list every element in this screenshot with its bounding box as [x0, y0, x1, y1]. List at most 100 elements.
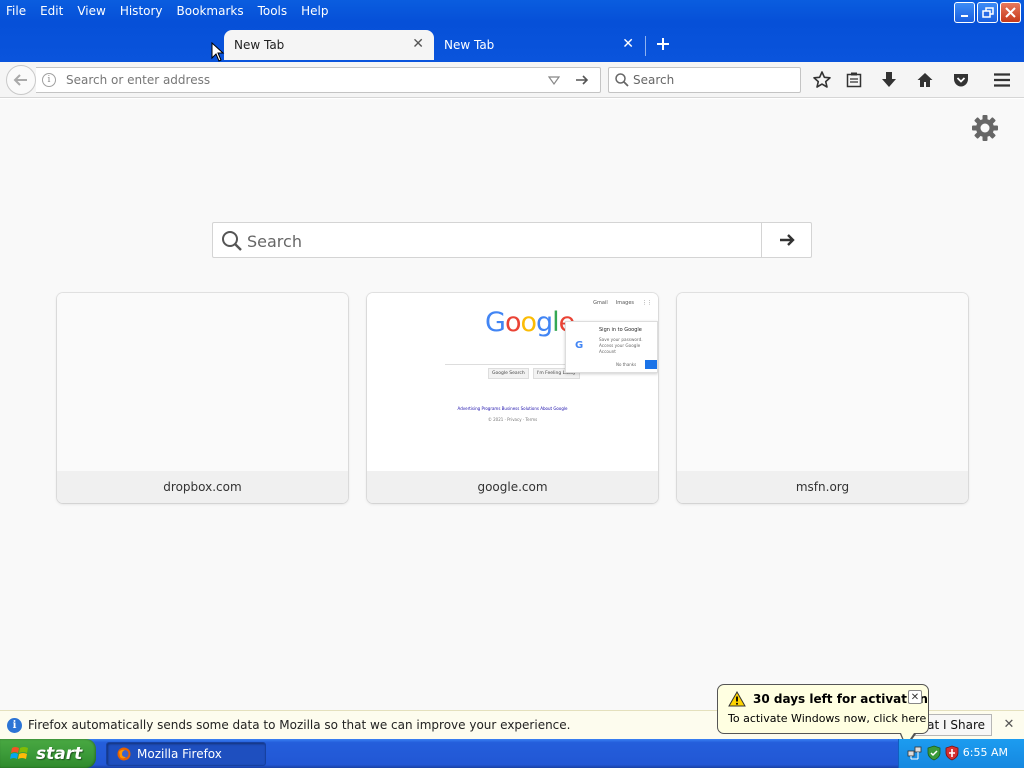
back-button[interactable]: [6, 65, 36, 95]
pocket-icon: [954, 74, 968, 87]
menu-edit[interactable]: Edit: [40, 4, 63, 18]
go-arrow-icon[interactable]: [574, 72, 590, 88]
info-icon[interactable]: i: [42, 73, 56, 87]
download-arrow-icon: [882, 72, 896, 87]
security-center-icon[interactable]: [926, 745, 942, 761]
taskbar: start Mozilla Firefox 6:55 AM: [0, 739, 1024, 768]
balloon-body[interactable]: To activate Windows now, click here: [728, 712, 926, 725]
info-icon: i: [7, 718, 22, 733]
balloon-title: 30 days left for activation: [753, 692, 928, 706]
popup-continue-button: [645, 360, 657, 369]
tile-label: google.com: [367, 471, 658, 503]
menu-view[interactable]: View: [77, 4, 105, 18]
google-search-field: [445, 351, 569, 365]
tab-new-tab[interactable]: New Tab ✕: [434, 30, 644, 60]
navigation-toolbar: i: [0, 62, 1024, 98]
search-icon: [615, 73, 629, 87]
clock: 6:55 AM: [962, 746, 1008, 759]
go-arrow-icon: [779, 234, 795, 246]
menu-history[interactable]: History: [120, 4, 163, 18]
menu-help[interactable]: Help: [301, 4, 328, 18]
address-bar[interactable]: i: [36, 67, 601, 93]
restore-icon: [981, 6, 994, 18]
bookmarks-menu-button[interactable]: [842, 68, 866, 92]
menu-bookmarks[interactable]: Bookmarks: [177, 4, 244, 18]
star-icon: [813, 71, 831, 88]
tab-strip: New Tab ✕ New Tab ✕: [0, 28, 1024, 62]
top-site-tile-dropbox[interactable]: dropbox.com: [57, 293, 348, 503]
window-controls: [954, 2, 1021, 23]
url-input[interactable]: [66, 72, 536, 88]
tile-thumbnail: Gmail Images ⋮⋮ Google Google Search I'm…: [367, 293, 658, 471]
newtab-search-input[interactable]: [247, 231, 757, 251]
tile-label: msfn.org: [677, 471, 968, 503]
firefox-icon: [117, 747, 131, 761]
newtab-search-go-button[interactable]: [761, 223, 811, 257]
windows-logo-icon: [10, 746, 28, 759]
title-bar: File Edit View History Bookmarks Tools H…: [0, 0, 1024, 62]
start-button[interactable]: start: [0, 739, 96, 768]
back-arrow-icon: [13, 74, 27, 86]
clipboard-icon: [846, 72, 862, 88]
search-input[interactable]: [633, 72, 793, 88]
home-button[interactable]: [913, 68, 937, 92]
images-link: Images: [615, 300, 634, 306]
tab-close-icon[interactable]: ✕: [412, 36, 424, 52]
open-menu-button[interactable]: [990, 68, 1014, 92]
minimize-button[interactable]: [954, 2, 975, 23]
close-icon: [1005, 7, 1016, 18]
tab-separator: [645, 36, 646, 56]
close-window-button[interactable]: [1000, 2, 1021, 23]
shield-icon[interactable]: [944, 745, 960, 761]
dropdown-arrow-icon[interactable]: [548, 74, 560, 86]
menu-file[interactable]: File: [6, 4, 26, 18]
tile-thumbnail: [57, 293, 348, 471]
network-icon[interactable]: [907, 745, 923, 761]
google-signin-popup: G Sign in to Google Save your password. …: [565, 321, 658, 373]
google-footer: © 2021 · Privacy · Terms: [487, 417, 538, 422]
menu-tools[interactable]: Tools: [258, 4, 288, 18]
top-site-tile-msfn[interactable]: msfn.org: [677, 293, 968, 503]
home-icon: [917, 73, 933, 87]
mouse-cursor-icon: [211, 42, 225, 62]
taskbar-item-firefox[interactable]: Mozilla Firefox: [106, 742, 266, 766]
google-logo: Google: [485, 307, 575, 338]
warning-icon: [728, 691, 746, 707]
search-bar[interactable]: [608, 67, 801, 93]
google-g-icon: G: [575, 340, 584, 351]
google-top-links: Gmail Images ⋮⋮: [593, 300, 652, 306]
bookmark-star-button[interactable]: [810, 68, 834, 92]
plus-icon: [657, 38, 669, 50]
popup-no-thanks: No thanks: [616, 362, 637, 367]
restore-button[interactable]: [977, 2, 998, 23]
hamburger-menu-icon: [994, 73, 1010, 87]
tab-close-icon[interactable]: ✕: [622, 36, 634, 52]
start-label: start: [36, 743, 83, 764]
tab-new-tab-active[interactable]: New Tab ✕: [224, 30, 434, 60]
tile-thumbnail: [677, 293, 968, 471]
new-tab-button[interactable]: [652, 32, 674, 56]
top-site-tile-google[interactable]: Gmail Images ⋮⋮ Google Google Search I'm…: [367, 293, 658, 503]
newtab-search-box[interactable]: [212, 222, 812, 258]
google-footer-links: Advertising Programs Business Solutions …: [457, 406, 568, 411]
apps-icon: ⋮⋮: [642, 300, 652, 306]
notification-text: Firefox automatically sends some data to…: [28, 718, 571, 732]
balloon-close-icon[interactable]: ✕: [908, 690, 922, 704]
new-tab-page: dropbox.com Gmail Images ⋮⋮ Google Googl…: [0, 99, 1024, 710]
menu-bar: File Edit View History Bookmarks Tools H…: [0, 0, 343, 22]
popup-title: Sign in to Google: [599, 327, 642, 333]
tab-label: New Tab: [234, 38, 285, 52]
search-icon: [222, 231, 242, 251]
tile-label: dropbox.com: [57, 471, 348, 503]
google-search-button: Google Search: [488, 368, 529, 379]
pocket-button[interactable]: [949, 68, 973, 92]
popup-body: Save your password. Access your Google A…: [599, 337, 643, 354]
gear-icon[interactable]: [970, 113, 1000, 143]
taskbar-item-label: Mozilla Firefox: [137, 747, 222, 761]
activation-balloon[interactable]: 30 days left for activation To activate …: [717, 684, 929, 748]
minimize-icon: [960, 14, 968, 17]
system-tray: 6:55 AM: [898, 739, 1024, 768]
tab-label: New Tab: [444, 38, 495, 52]
downloads-button[interactable]: [877, 68, 901, 92]
notification-close-icon[interactable]: ✕: [1002, 717, 1016, 732]
